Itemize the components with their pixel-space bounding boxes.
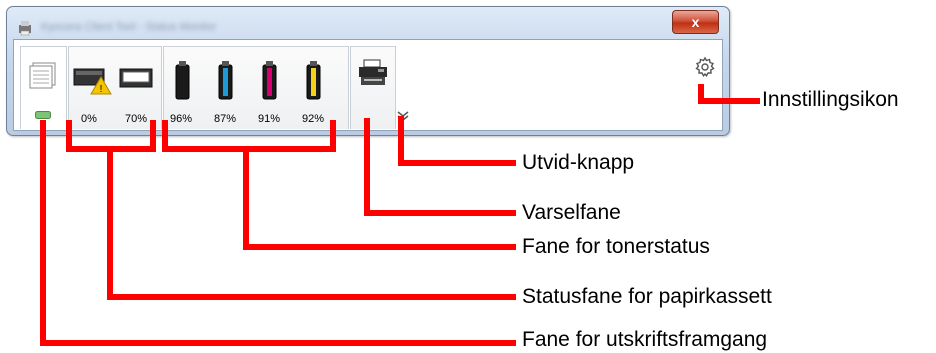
svg-text:!: !	[100, 84, 103, 95]
tab-toner-status[interactable]: 96% 87% 91% 92%	[163, 46, 349, 129]
toner-black-level: 96%	[170, 113, 193, 125]
paper-cassette-icon	[119, 68, 153, 88]
toner-magenta-icon	[262, 61, 277, 100]
settings-gear-icon[interactable]	[694, 56, 716, 78]
tab-print-progress[interactable]	[20, 46, 67, 129]
progress-indicator-icon	[35, 111, 51, 119]
cassette-1-level: 0%	[81, 113, 97, 125]
callout-alert-tab: Varselfane	[522, 201, 621, 224]
paper-cassette-warning-icon: !	[73, 68, 112, 95]
document-stack-icon	[29, 62, 56, 89]
toner-yellow-level: 92%	[302, 113, 325, 125]
status-monitor-window: Kyocera Client Tool - Status Monitor x !	[6, 6, 730, 136]
toner-yellow-icon	[306, 61, 321, 100]
toner-magenta-level: 91%	[258, 113, 281, 125]
tab-paper-cassette[interactable]: ! 0% 70%	[68, 46, 162, 129]
close-button[interactable]: x	[672, 10, 719, 34]
callout-paper-tab: Statusfane for papirkassett	[522, 285, 772, 308]
callout-expand-button: Utvid-knapp	[522, 151, 635, 174]
tab-alert[interactable]	[350, 46, 396, 129]
window-title: Kyocera Client Tool - Status Monitor	[41, 21, 217, 33]
cassette-2-level: 70%	[125, 113, 148, 125]
toner-black-icon	[175, 61, 190, 100]
toner-cyan-level: 87%	[214, 113, 237, 125]
printer-alert-icon	[359, 59, 387, 85]
callout-progress-tab: Fane for utskriftsframgang	[522, 328, 768, 351]
printer-app-icon	[19, 21, 31, 36]
toner-cyan-icon	[218, 61, 233, 100]
callout-settings-icon: Innstillingsikon	[762, 88, 899, 111]
callout-toner-tab: Fane for tonerstatus	[522, 235, 710, 258]
